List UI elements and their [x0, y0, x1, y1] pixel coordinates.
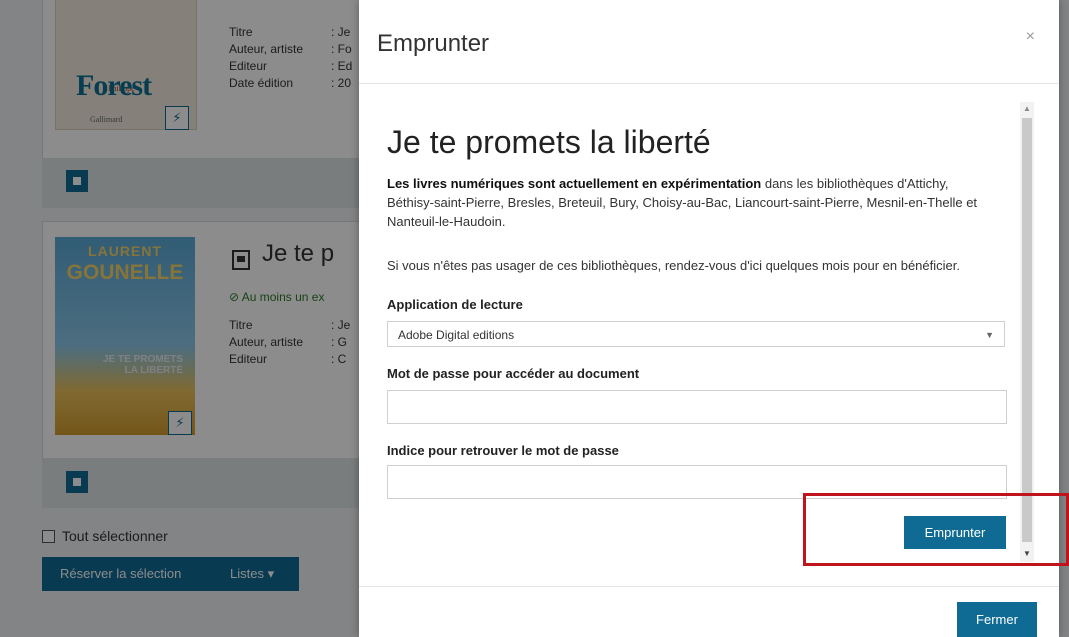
scroll-up-arrow-icon[interactable]: ▲: [1023, 104, 1031, 113]
reading-app-select[interactable]: Adobe Digital editions ▼: [387, 321, 1005, 347]
chevron-down-icon: ▼: [985, 330, 994, 340]
reading-app-selected-value: Adobe Digital editions: [398, 328, 515, 342]
book-title: Je te promets la liberté: [387, 124, 711, 160]
modal-header: Emprunter ×: [359, 0, 1059, 84]
non-member-notice: Si vous n'êtes pas usager de ces bibliot…: [387, 258, 960, 273]
reading-app-label: Application de lecture: [387, 297, 523, 312]
close-button[interactable]: Fermer: [957, 602, 1037, 637]
password-label: Mot de passe pour accéder au document: [387, 366, 640, 381]
modal-scrollbar-thumb[interactable]: [1022, 118, 1032, 542]
password-hint-label: Indice pour retrouver le mot de passe: [387, 443, 619, 458]
modal-title: Emprunter: [377, 30, 490, 57]
close-icon[interactable]: ×: [1026, 28, 1035, 46]
modal-footer-divider: [359, 586, 1059, 587]
password-input[interactable]: [387, 390, 1007, 424]
experimentation-notice: Les livres numériques sont actuellement …: [387, 176, 978, 229]
highlight-annotation-box: [803, 493, 1069, 566]
